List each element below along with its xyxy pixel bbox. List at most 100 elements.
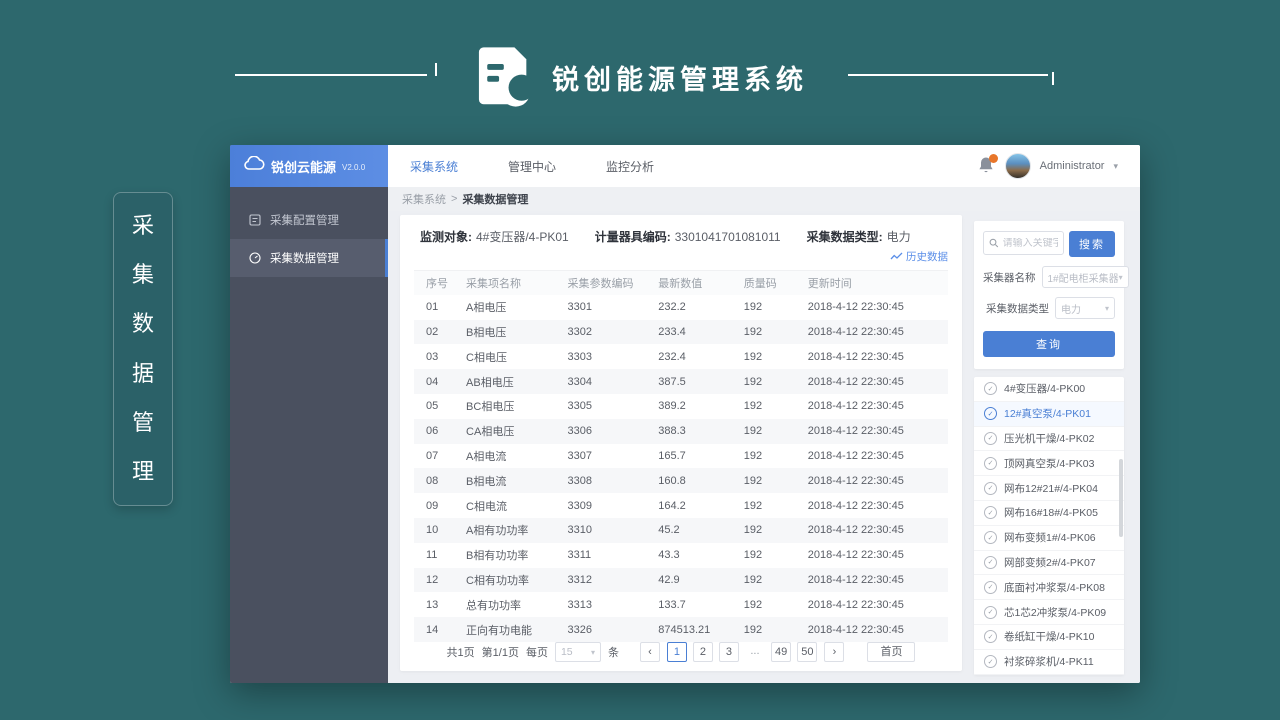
table-row[interactable]: 03 C相电压 3303 232.4 192 2018-4-12 22:30:4…: [414, 344, 948, 369]
device-list-item[interactable]: ✓ 卷纸缸干燥/4-PK10: [974, 625, 1124, 650]
top-navigation: 采集系统 管理中心 监控分析: [410, 158, 654, 175]
page-number-button[interactable]: 3: [719, 642, 739, 662]
meter-check-icon: ✓: [984, 382, 997, 395]
cell-item-name: A相电流: [462, 448, 563, 464]
device-name: 衬浆碎浆机/4-PK11: [1004, 654, 1094, 669]
page-buttons: ‹: [640, 642, 660, 662]
per-page-unit: 条: [608, 644, 619, 660]
table-row[interactable]: 14 正向有功电能 3326 874513.21 192 2018-4-12 2…: [414, 617, 948, 642]
scrollbar[interactable]: [1119, 459, 1123, 537]
cell-update-time: 2018-4-12 22:30:45: [804, 549, 948, 561]
cell-latest-value: 160.8: [654, 475, 739, 487]
device-list-item[interactable]: ✓ 顶网真空泵/4-PK03: [974, 451, 1124, 476]
device-list-card: ✓ 4#变压器/4-PK00 ✓ 12#真空泵/4-PK01 ✓ 压光机干燥/4…: [974, 377, 1124, 675]
avatar[interactable]: [1005, 153, 1031, 179]
device-list-item[interactable]: ✓ 芯1芯2冲浆泵/4-PK09: [974, 600, 1124, 625]
table-row[interactable]: 10 A相有功功率 3310 45.2 192 2018-4-12 22:30:…: [414, 518, 948, 543]
filter-row: 采集数据类型 电力 ▾: [983, 297, 1115, 319]
device-name: 卷纸缸干燥/4-PK10: [1004, 629, 1094, 644]
meter-check-icon: ✓: [984, 506, 997, 519]
per-page-select[interactable]: 15 ▾: [555, 642, 601, 662]
nav-item[interactable]: 监控分析: [606, 158, 654, 175]
notification-badge: [989, 154, 998, 163]
device-list-item[interactable]: ✓ 网布12#21#/4-PK04: [974, 476, 1124, 501]
device-list-item[interactable]: ✓ 网部变频2#/4-PK07: [974, 551, 1124, 576]
next-page-button[interactable]: ›: [824, 642, 844, 662]
history-row: 历史数据: [400, 245, 962, 268]
table-row[interactable]: 08 B相电流 3308 160.8 192 2018-4-12 22:30:4…: [414, 468, 948, 493]
side-tab-char: 据: [132, 363, 154, 385]
page-number-button[interactable]: 50: [797, 642, 817, 662]
table-row[interactable]: 02 B相电压 3302 233.4 192 2018-4-12 22:30:4…: [414, 320, 948, 345]
cell-param-code: 3313: [564, 599, 655, 611]
meter-check-icon: ✓: [984, 407, 997, 420]
user-name: Administrator: [1040, 160, 1105, 172]
cell-latest-value: 232.2: [654, 301, 739, 313]
info-label: 监测对象:: [420, 230, 472, 244]
notification-bell-icon[interactable]: [978, 156, 996, 176]
cell-item-name: C相电压: [462, 349, 563, 365]
meter-check-icon: ✓: [984, 531, 997, 544]
device-list-item[interactable]: ✓ 12#真空泵/4-PK01: [974, 402, 1124, 427]
table-row[interactable]: 05 BC相电压 3305 389.2 192 2018-4-12 22:30:…: [414, 394, 948, 419]
cell-param-code: 3307: [564, 450, 655, 462]
cell-update-time: 2018-4-12 22:30:45: [804, 351, 948, 363]
page-number-button[interactable]: ...: [745, 642, 765, 662]
table-row[interactable]: 04 AB相电压 3304 387.5 192 2018-4-12 22:30:…: [414, 369, 948, 394]
table-row[interactable]: 01 A相电压 3301 232.2 192 2018-4-12 22:30:4…: [414, 295, 948, 320]
chevron-down-icon: ▾: [591, 648, 595, 657]
page-title: 锐创能源管理系统: [552, 58, 808, 97]
sidebar-item-data[interactable]: 采集数据管理: [230, 239, 388, 277]
meter-check-icon: ✓: [984, 432, 997, 445]
device-list-item[interactable]: ✓ 网布变频1#/4-PK06: [974, 526, 1124, 551]
device-list-item[interactable]: ✓ 4#变压器/4-PK00: [974, 377, 1124, 402]
product-version: V2.0.0: [342, 163, 365, 172]
prev-page-button[interactable]: ‹: [640, 642, 660, 662]
sidebar-menu: 采集配置管理 采集数据管理: [230, 201, 388, 277]
cell-update-time: 2018-4-12 22:30:45: [804, 376, 948, 388]
page-number-button[interactable]: 2: [693, 642, 713, 662]
side-tab-char: 管: [132, 412, 154, 434]
cell-quality-code: 192: [740, 450, 804, 462]
cell-param-code: 3326: [564, 624, 655, 636]
device-list-item[interactable]: ✓ 衬浆碎浆机/4-PK11: [974, 650, 1124, 675]
search-box[interactable]: [983, 231, 1064, 255]
cell-seq: 14: [414, 624, 462, 636]
table-row[interactable]: 09 C相电流 3309 164.2 192 2018-4-12 22:30:4…: [414, 493, 948, 518]
table-row[interactable]: 06 CA相电压 3306 388.3 192 2018-4-12 22:30:…: [414, 419, 948, 444]
table-row[interactable]: 12 C相有功功率 3312 42.9 192 2018-4-12 22:30:…: [414, 568, 948, 593]
chevron-down-icon[interactable]: ▾: [1113, 161, 1118, 172]
device-list-item[interactable]: ✓ 底面衬冲浆泵/4-PK08: [974, 575, 1124, 600]
search-button[interactable]: 搜索: [1069, 231, 1115, 257]
nav-item[interactable]: 管理中心: [508, 158, 556, 175]
nav-item[interactable]: 采集系统: [410, 158, 458, 175]
cell-param-code: 3306: [564, 425, 655, 437]
table-row[interactable]: 11 B相有功功率 3311 43.3 192 2018-4-12 22:30:…: [414, 543, 948, 568]
side-tab-char: 理: [132, 461, 154, 483]
breadcrumb-parent[interactable]: 采集系统: [402, 191, 446, 207]
breadcrumb-current: 采集数据管理: [462, 191, 528, 207]
search-input[interactable]: [1003, 238, 1058, 249]
meter-check-icon: ✓: [984, 556, 997, 569]
cell-latest-value: 389.2: [654, 400, 739, 412]
meter-check-icon: ✓: [984, 482, 997, 495]
page-number-buttons: 123... 49 50: [667, 642, 818, 662]
banner-tick-left: [435, 63, 437, 76]
filter-select[interactable]: 1#配电柜采集器 ▾: [1042, 266, 1129, 288]
table-row[interactable]: 13 总有功功率 3313 133.7 192 2018-4-12 22:30:…: [414, 592, 948, 617]
filter-select[interactable]: 电力 ▾: [1055, 297, 1115, 319]
device-list-item[interactable]: ✓ 压光机干燥/4-PK02: [974, 427, 1124, 452]
device-list-item[interactable]: ✓ 网布16#18#/4-PK05: [974, 501, 1124, 526]
pagination: 共1页 第1/1页 每页 15 ▾ 条 ‹ 123...4950: [400, 642, 962, 662]
cell-item-name: AB相电压: [462, 374, 563, 390]
page-number-button[interactable]: 49: [771, 642, 791, 662]
query-button[interactable]: 查询: [983, 331, 1115, 357]
page-number-button[interactable]: 1: [667, 642, 687, 662]
history-data-link[interactable]: 历史数据: [890, 249, 948, 264]
first-page-button[interactable]: 首页: [867, 642, 915, 662]
topbar: 采集系统 管理中心 监控分析 Administrator ▾: [388, 145, 1140, 187]
sidebar-item-config[interactable]: 采集配置管理: [230, 201, 388, 239]
cell-seq: 05: [414, 400, 462, 412]
table-row[interactable]: 07 A相电流 3307 165.7 192 2018-4-12 22:30:4…: [414, 444, 948, 469]
cell-seq: 11: [414, 549, 462, 561]
